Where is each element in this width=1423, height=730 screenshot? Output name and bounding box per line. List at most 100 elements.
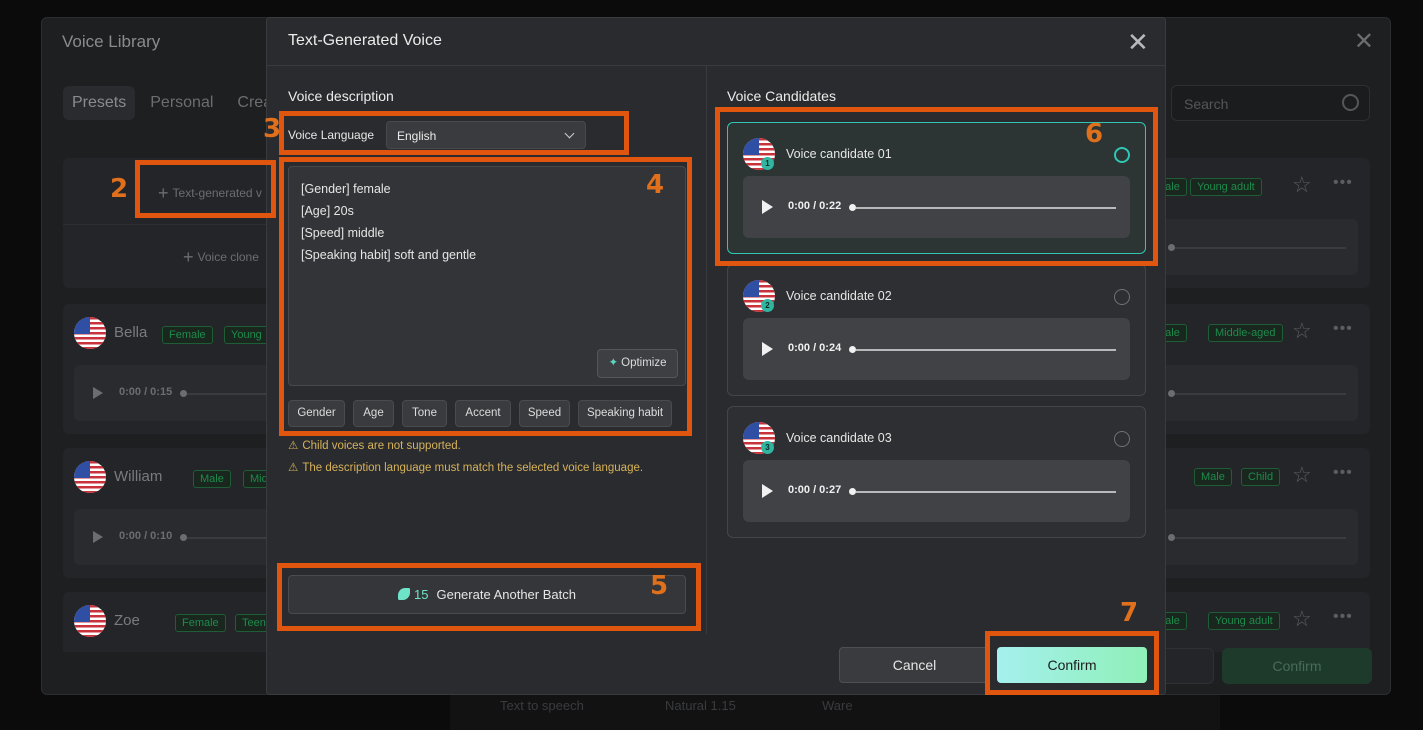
audio-player <box>1163 219 1358 275</box>
candidate-number: 3 <box>761 441 774 454</box>
library-confirm-button[interactable]: Confirm <box>1222 648 1372 684</box>
text-generated-voice-dialog: Text-Generated Voice ✕ Voice description… <box>266 17 1166 695</box>
voice-name: Bella <box>114 324 148 341</box>
progress-track[interactable] <box>1175 247 1346 249</box>
voice-language-select[interactable]: English <box>386 121 586 149</box>
audio-player <box>1163 509 1358 565</box>
candidate-number: 2 <box>761 299 774 312</box>
toolbar-item[interactable]: Text to speech <box>500 698 584 713</box>
divider <box>63 224 268 225</box>
voice-clone-button[interactable]: + Voice clone <box>183 247 259 268</box>
us-flag-icon <box>74 605 106 637</box>
status-badge: Middle-aged <box>1208 324 1283 342</box>
more-icon[interactable]: ••• <box>1333 608 1353 626</box>
star-icon[interactable]: ☆ <box>1292 462 1312 488</box>
progress-track[interactable] <box>856 207 1116 209</box>
progress-track[interactable] <box>1175 537 1346 539</box>
audio-player <box>1163 365 1358 421</box>
progress-track[interactable] <box>1175 393 1346 395</box>
voice-candidate-card[interactable]: 2 Voice candidate 02 0:00 / 0:24 <box>727 264 1146 396</box>
audio-player: 0:00 / 0:15 <box>74 365 279 421</box>
tab-personal[interactable]: Personal <box>141 86 222 120</box>
time-readout: 0:00 / 0:27 <box>788 484 842 496</box>
description-line: [Age] 20s <box>301 204 354 218</box>
search-placeholder: Search <box>1184 96 1229 112</box>
chip-age[interactable]: Age <box>353 400 394 427</box>
divider <box>267 65 1165 66</box>
audio-player: 0:00 / 0:27 <box>743 460 1130 522</box>
more-icon[interactable]: ••• <box>1333 174 1353 192</box>
progress-knob[interactable] <box>849 346 856 353</box>
annotation-number: 4 <box>646 170 665 200</box>
time-readout: 0:00 / 0:15 <box>119 386 173 398</box>
candidate-number: 1 <box>761 157 774 170</box>
tab-presets[interactable]: Presets <box>63 86 136 120</box>
candidate-name: Voice candidate 03 <box>786 431 892 445</box>
play-icon[interactable] <box>93 531 103 543</box>
time-readout: 0:00 / 0:24 <box>788 342 842 354</box>
candidate-radio[interactable] <box>1114 289 1130 305</box>
chip-speed[interactable]: Speed <box>519 400 570 427</box>
play-icon[interactable] <box>762 342 773 356</box>
chip-gender[interactable]: Gender <box>288 400 345 427</box>
status-badge: Young adult <box>1208 612 1280 630</box>
search-input[interactable]: Search <box>1171 85 1370 121</box>
status-badge: Young adult <box>1190 178 1262 196</box>
progress-knob[interactable] <box>1168 390 1175 397</box>
toolbar-item[interactable]: Ware <box>822 698 853 713</box>
candidate-radio[interactable] <box>1114 431 1130 447</box>
progress-track[interactable] <box>856 349 1116 351</box>
progress-knob[interactable] <box>849 488 856 495</box>
progress-knob[interactable] <box>849 204 856 211</box>
warning-icon: ⚠ <box>288 440 299 452</box>
star-icon[interactable]: ☆ <box>1292 172 1312 198</box>
progress-track[interactable] <box>856 491 1116 493</box>
library-tabs: Presets Personal Crea <box>63 86 281 120</box>
text-generated-label: Text-generated v <box>172 186 262 200</box>
confirm-button[interactable]: Confirm <box>997 647 1147 683</box>
chip-accent[interactable]: Accent <box>455 400 511 427</box>
candidate-name: Voice candidate 01 <box>786 147 892 161</box>
close-icon[interactable]: ✕ <box>1127 29 1149 55</box>
progress-knob[interactable] <box>180 534 187 541</box>
voice-candidate-card[interactable]: 1 Voice candidate 01 0:00 / 0:22 <box>727 122 1146 254</box>
generate-label: Generate Another Batch <box>436 587 576 602</box>
warning-message: The description language must match the … <box>302 462 644 474</box>
chevron-down-icon <box>564 128 575 139</box>
chip-tone[interactable]: Tone <box>402 400 447 427</box>
text-generated-voice-button[interactable]: + Text-generated v <box>158 183 262 204</box>
close-icon[interactable]: ✕ <box>1354 30 1374 54</box>
status-badge: Female <box>175 614 226 632</box>
progress-knob[interactable] <box>1168 534 1175 541</box>
optimize-button[interactable]: ✦ Optimize <box>597 349 678 378</box>
voice-language-label: Voice Language <box>288 128 375 142</box>
status-badge: Child <box>1241 468 1281 486</box>
voice-clone-label: Voice clone <box>197 250 259 264</box>
warning-icon: ⚠ <box>288 462 299 474</box>
generate-another-batch-button[interactable]: 15 Generate Another Batch <box>288 575 686 614</box>
warning-text: ⚠ Child voices are not supported. <box>288 438 461 452</box>
status-badge: Young <box>224 326 269 344</box>
candidate-name: Voice candidate 02 <box>786 289 892 303</box>
more-icon[interactable]: ••• <box>1333 464 1353 482</box>
more-icon[interactable]: ••• <box>1333 320 1353 338</box>
play-icon[interactable] <box>762 200 773 214</box>
play-icon[interactable] <box>762 484 773 498</box>
chip-speaking-habit[interactable]: Speaking habit <box>578 400 672 427</box>
voice-candidate-card[interactable]: 3 Voice candidate 03 0:00 / 0:27 <box>727 406 1146 538</box>
annotation-number: 2 <box>110 174 129 204</box>
star-icon[interactable]: ☆ <box>1292 318 1312 344</box>
candidate-radio[interactable] <box>1114 147 1130 163</box>
us-flag-icon <box>74 461 106 493</box>
library-cancel-button[interactable] <box>1162 648 1214 684</box>
play-icon[interactable] <box>93 387 103 399</box>
progress-knob[interactable] <box>180 390 187 397</box>
audio-player: 0:00 / 0:10 <box>74 509 279 565</box>
progress-knob[interactable] <box>1168 244 1175 251</box>
bottom-toolbar: Text to speech Natural 1.15 Ware <box>450 695 1220 730</box>
cancel-button[interactable]: Cancel <box>839 647 990 683</box>
description-textarea[interactable]: [Gender] female [Age] 20s [Speed] middle… <box>288 166 686 386</box>
toolbar-item[interactable]: Natural 1.15 <box>665 698 736 713</box>
plus-icon: + <box>183 247 194 267</box>
star-icon[interactable]: ☆ <box>1292 606 1312 632</box>
